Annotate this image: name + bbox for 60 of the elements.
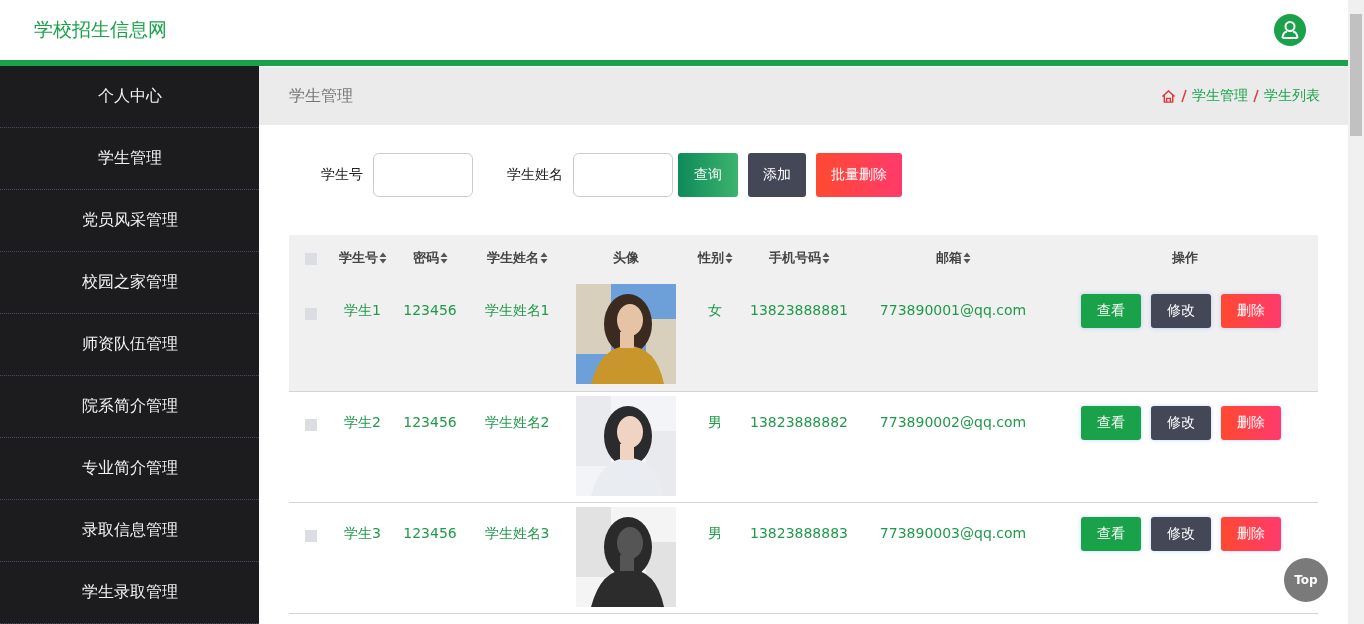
sort-icon[interactable] (539, 251, 548, 264)
column-header[interactable]: 学生姓名 (486, 248, 548, 267)
sort-icon[interactable] (378, 251, 387, 264)
sidebar-item[interactable]: 学生录取管理 (0, 562, 259, 624)
column-header[interactable]: 性别 (697, 248, 733, 267)
field-label: 学生号 (321, 166, 363, 184)
sort-icon[interactable] (724, 251, 733, 264)
table-cell: 773890003@qq.com (879, 524, 1027, 541)
column-header[interactable]: 操作 (1172, 248, 1198, 267)
sidebar-item[interactable]: 录取信息管理 (0, 500, 259, 562)
table-cell: 男 (708, 413, 722, 430)
table-cell: 学生姓名2 (484, 413, 550, 430)
sidebar-item[interactable]: 师资队伍管理 (0, 314, 259, 376)
column-header[interactable]: 邮箱 (935, 248, 971, 267)
sidebar-item[interactable]: 学生管理 (0, 128, 259, 190)
table-cell: 773890002@qq.com (879, 413, 1027, 430)
column-header[interactable]: 头像 (613, 248, 639, 267)
table-cell: 13823888881 (750, 302, 848, 318)
table-cell: 学生1 (344, 302, 381, 318)
table-cell: 女 (708, 302, 722, 318)
table-cell: 学生3 (344, 524, 381, 541)
table-cell: 13823888883 (750, 524, 848, 541)
table-cell: 123456 (403, 524, 457, 541)
row-action-button[interactable]: 修改 (1151, 294, 1211, 328)
toolbar-button[interactable]: 查询 (678, 153, 738, 197)
table-cell: 13823888882 (750, 413, 848, 430)
table-cell: 学生姓名1 (484, 302, 550, 318)
sort-icon[interactable] (821, 251, 830, 264)
sort-icon[interactable] (439, 251, 448, 264)
site-title: 学校招生信息网 (34, 17, 167, 42)
search-field[interactable] (573, 153, 673, 197)
row-action-button[interactable]: 修改 (1151, 516, 1211, 551)
table-cell: 学生2 (344, 413, 381, 430)
row-action-button[interactable]: 修改 (1151, 405, 1211, 440)
table-row[interactable]: 学生2 123456 学生姓名2 男 13823888882 773890002@qq.com 查看 修改 删除 (289, 391, 1318, 502)
scrollbar[interactable] (1348, 0, 1364, 624)
sort-icon[interactable] (962, 251, 971, 264)
sidebar-item[interactable]: 校园之家管理 (0, 252, 259, 314)
home-icon[interactable] (1161, 88, 1176, 104)
page-title: 学生管理 (289, 85, 353, 107)
slash-icon (1181, 89, 1187, 103)
column-header[interactable]: 手机号码 (768, 248, 830, 267)
field-label: 学生姓名 (507, 166, 563, 184)
toolbar-button[interactable]: 添加 (748, 153, 806, 197)
user-avatar-icon[interactable] (1274, 14, 1306, 46)
table-row[interactable]: 学生1 123456 学生姓名1 女 13823888881 773890001@qq.com 查看 修改 删除 (289, 280, 1318, 391)
sidebar-item[interactable]: 专业简介管理 (0, 438, 259, 500)
row-checkbox[interactable] (305, 530, 317, 542)
row-checkbox[interactable] (305, 419, 317, 431)
column-header[interactable]: 密码 (412, 248, 448, 267)
sidebar-item[interactable]: 党员风采管理 (0, 190, 259, 252)
sidebar-item[interactable]: 院系简介管理 (0, 376, 259, 438)
table-cell: 男 (708, 524, 722, 541)
table-cell: 学生姓名3 (484, 524, 550, 541)
table-cell: 773890001@qq.com (879, 302, 1027, 318)
slash-icon (1253, 89, 1259, 103)
search-field[interactable] (373, 153, 473, 197)
column-header[interactable]: 学生号 (338, 248, 387, 267)
table-cell: 123456 (403, 302, 457, 318)
table-cell: 123456 (403, 413, 457, 430)
